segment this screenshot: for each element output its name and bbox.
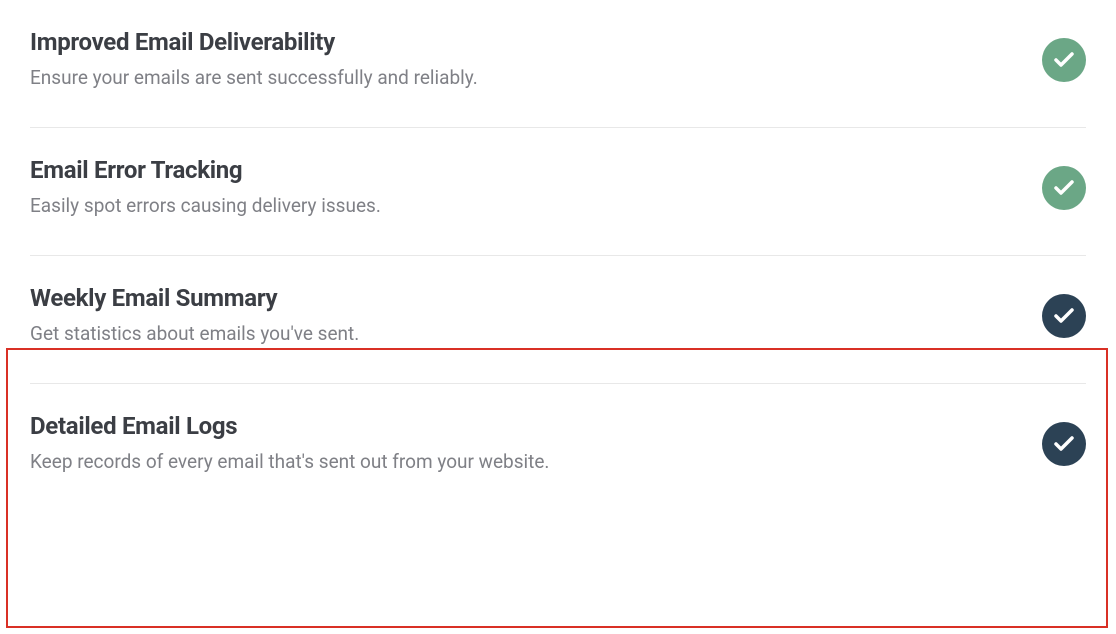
feature-description: Get statistics about emails you've sent. [30,322,1042,345]
checkmark-icon [1052,48,1076,72]
feature-text: Weekly Email Summary Get statistics abou… [30,284,1042,345]
checkmark-icon [1052,176,1076,200]
feature-row-error-tracking: Email Error Tracking Easily spot errors … [30,128,1086,256]
feature-row-weekly-summary: Weekly Email Summary Get statistics abou… [30,256,1086,384]
feature-text: Email Error Tracking Easily spot errors … [30,156,1042,217]
checkmark-icon [1052,304,1076,328]
feature-title: Detailed Email Logs [30,412,1042,440]
feature-text: Detailed Email Logs Keep records of ever… [30,412,1042,473]
check-badge [1042,38,1086,82]
feature-title: Improved Email Deliverability [30,28,1042,56]
feature-description: Ensure your emails are sent successfully… [30,66,1042,89]
feature-title: Email Error Tracking [30,156,1042,184]
feature-row-deliverability: Improved Email Deliverability Ensure you… [30,0,1086,128]
checkmark-icon [1052,432,1076,456]
feature-row-detailed-logs: Detailed Email Logs Keep records of ever… [30,384,1086,483]
feature-description: Easily spot errors causing delivery issu… [30,194,1042,217]
check-badge [1042,294,1086,338]
feature-text: Improved Email Deliverability Ensure you… [30,28,1042,89]
features-list: Improved Email Deliverability Ensure you… [0,0,1116,483]
feature-description: Keep records of every email that's sent … [30,450,1042,473]
check-badge [1042,422,1086,466]
feature-title: Weekly Email Summary [30,284,1042,312]
check-badge [1042,166,1086,210]
